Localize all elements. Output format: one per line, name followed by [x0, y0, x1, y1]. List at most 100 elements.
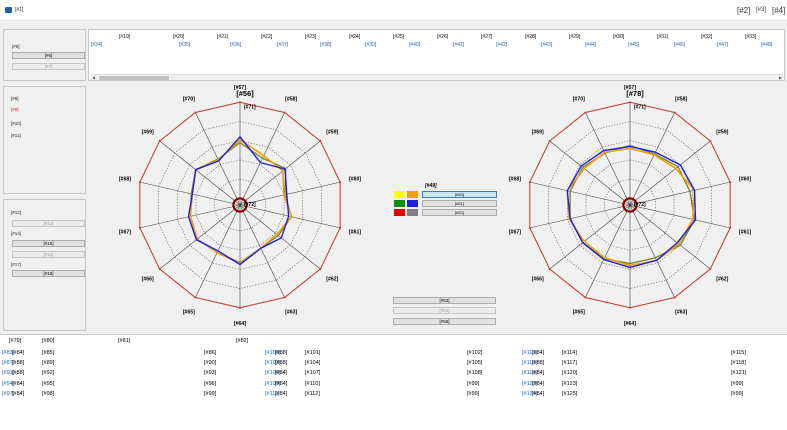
grid-cell[interactable]: [#45]: [628, 41, 639, 50]
close-button[interactable]: [#4]: [772, 5, 785, 16]
defect-row[interactable]: [#100] [#88] [#101] [#102]: [265, 350, 525, 357]
phase-c-button[interactable]: [#52]: [422, 209, 497, 216]
upload-data-button[interactable]: [#16]: [12, 251, 85, 258]
clear-button[interactable]: [#55]: [393, 318, 496, 325]
defect-type: [#84]: [532, 370, 545, 376]
grid-header-cell[interactable]: [#24]: [349, 33, 360, 42]
defect-description: [#95]: [42, 381, 55, 387]
grid-cell[interactable]: [#47]: [717, 41, 728, 50]
limit-point: [709, 268, 712, 271]
grid-header-cell[interactable]: [#29]: [569, 33, 580, 42]
limit-point: [584, 296, 587, 299]
defect-row[interactable]: [#106] [#84] [#107] [#108]: [265, 370, 525, 377]
grid-header-cell[interactable]: [#22]: [261, 33, 272, 42]
defect-percent: [#115]: [731, 350, 746, 356]
grid-cell[interactable]: [#38]: [320, 41, 331, 50]
phase-b-button[interactable]: [#51]: [422, 200, 497, 207]
grid-cell[interactable]: [#46]: [674, 41, 685, 50]
limit-point: [138, 181, 141, 184]
grid-header-cell[interactable]: [#32]: [701, 33, 712, 42]
minimize-button[interactable]: [#2]: [737, 5, 750, 16]
scroll-left-icon[interactable]: ◀: [91, 75, 96, 80]
grid-cell[interactable]: [#34]: [91, 41, 102, 50]
scroll-thumb[interactable]: [99, 76, 169, 80]
grid-cell[interactable]: [#39]: [365, 41, 376, 50]
grid-header-cell[interactable]: [#27]: [481, 33, 492, 42]
grid-cell[interactable]: [#41]: [453, 41, 464, 50]
axis-label: [#63]: [675, 309, 687, 315]
limit-point: [339, 181, 342, 184]
show-data-button[interactable]: [#18]: [12, 270, 85, 277]
defect-row[interactable]: [#109] [#84] [#110] [#99]: [265, 381, 525, 388]
grid-header-cell[interactable]: [#23]: [305, 33, 316, 42]
limit-point: [319, 139, 322, 142]
accuracy-value: [#11]: [11, 133, 21, 138]
accuracy-label: [#10]: [11, 121, 22, 126]
defect-row[interactable]: [#97] [#84] [#98] [#99]: [2, 391, 262, 398]
grid-cell[interactable]: [#43]: [541, 41, 552, 50]
grid-header-cell[interactable]: [#26]: [437, 33, 448, 42]
limit-point: [239, 306, 241, 309]
compare-button[interactable]: [#54]: [393, 307, 496, 314]
grid-horizontal-scrollbar[interactable]: ◀ ▶: [91, 74, 783, 80]
maximize-button[interactable]: [#3]: [755, 5, 767, 16]
grid-cell[interactable]: [#42]: [496, 41, 507, 50]
axis-spoke: [159, 204, 241, 270]
grid-cell[interactable]: [#37]: [277, 41, 288, 50]
defect-row[interactable]: [#83] [#84] [#85] [#86]: [2, 350, 262, 357]
grid-header-cell[interactable]: [#30]: [613, 33, 624, 42]
defect-row[interactable]: [#111] [#84] [#112] [#99]: [265, 391, 525, 398]
axis-label: [#67]: [509, 229, 521, 235]
axis-label: [#60]: [349, 177, 361, 183]
defect-type: [#84]: [275, 381, 288, 387]
defect-row[interactable]: [#124] [#84] [#125] [#99]: [522, 391, 782, 398]
grid-cell[interactable]: [#36]: [230, 41, 241, 50]
limit-point: [319, 268, 322, 271]
grid-cell[interactable]: [#44]: [585, 41, 596, 50]
ring-label-min: [#72]: [634, 202, 646, 208]
save-button[interactable]: [#53]: [393, 297, 496, 304]
defect-row[interactable]: [#113] [#84] [#114] [#115]: [522, 350, 782, 357]
open-file-button[interactable]: [#6]: [12, 52, 85, 59]
scroll-right-icon[interactable]: ▶: [778, 75, 783, 80]
defect-percent: [#90]: [204, 360, 217, 366]
grid-header-cell[interactable]: [#33]: [745, 33, 756, 42]
defect-type: [#84]: [12, 381, 25, 387]
ring-label-max: [#71]: [634, 104, 646, 110]
grid-header-cell[interactable]: [#19]: [119, 33, 130, 42]
defect-percent: [#99]: [731, 391, 744, 397]
grid-header-cell[interactable]: [#28]: [525, 33, 536, 42]
grid-header-cell[interactable]: [#25]: [393, 33, 404, 42]
grid-cell[interactable]: [#48]: [761, 41, 772, 50]
defect-row[interactable]: [#94] [#84] [#95] [#96]: [2, 381, 262, 388]
axis-label: [#57]: [234, 85, 246, 91]
defect-row[interactable]: [#87] [#88] [#89] [#90]: [2, 360, 262, 367]
grid-cell[interactable]: [#40]: [409, 41, 420, 50]
defect-row[interactable]: [#119] [#84] [#120] [#121]: [522, 370, 782, 377]
axis-label: [#59]: [716, 129, 728, 135]
defect-row[interactable]: [#103] [#88] [#104] [#105]: [265, 360, 525, 367]
load-to-table-button[interactable]: [#7]: [12, 63, 85, 70]
limit-point: [194, 296, 197, 299]
limit-point: [548, 268, 551, 271]
defect-row[interactable]: [#116] [#88] [#117] [#118]: [522, 360, 782, 367]
connect-db-button[interactable]: [#15]: [12, 240, 85, 247]
limit-point: [138, 226, 141, 229]
grid-header-cell[interactable]: [#31]: [657, 33, 668, 42]
grid-cell[interactable]: [#35]: [179, 41, 190, 50]
axis-label: [#64]: [624, 321, 636, 327]
phase-a-button[interactable]: [#50]: [422, 191, 497, 198]
grid-header-cell[interactable]: [#21]: [217, 33, 228, 42]
axis-label: [#69]: [532, 129, 544, 135]
defects-group-label: [#8]: [11, 96, 19, 101]
defect-percent: [#108]: [467, 370, 483, 376]
defect-percent: [#121]: [731, 370, 747, 376]
limit-point: [194, 111, 197, 114]
axis-label: [#62]: [326, 277, 338, 283]
limit-point: [158, 268, 161, 271]
defect-row[interactable]: [#91] [#88] [#92] [#93]: [2, 370, 262, 377]
axis-label: [#61]: [739, 229, 751, 235]
title-bar: [#1] [#2] [#3] [#4]: [0, 0, 787, 21]
defect-row[interactable]: [#122] [#84] [#123] [#99]: [522, 381, 782, 388]
analyze-button[interactable]: [#13]: [12, 220, 85, 227]
